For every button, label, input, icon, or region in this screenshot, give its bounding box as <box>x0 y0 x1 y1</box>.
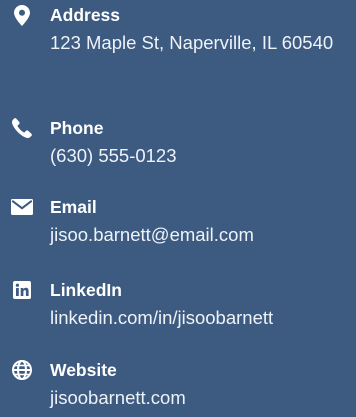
globe-icon <box>10 359 34 381</box>
email-value[interactable]: jisoo.barnett@email.com <box>50 221 356 249</box>
map-pin-icon <box>10 4 34 26</box>
phone-icon <box>10 117 34 139</box>
contact-list: Address 123 Maple St, Naperville, IL 605… <box>0 0 356 417</box>
address-value: 123 Maple St, Naperville, IL 60540 <box>50 32 334 53</box>
linkedin-value[interactable]: linkedin.com/in/jisoobarnett <box>50 304 356 332</box>
website-value[interactable]: jisoobarnett.com <box>50 384 356 412</box>
envelope-icon <box>10 196 34 218</box>
contact-label: Email <box>50 197 97 217</box>
contact-label: Phone <box>50 118 104 138</box>
linkedin-icon <box>10 279 34 301</box>
contact-label: Website <box>50 360 117 380</box>
contact-label: LinkedIn <box>50 280 122 300</box>
phone-value[interactable]: (630) 555-0123 <box>50 142 356 170</box>
contact-label: Address <box>50 5 121 25</box>
